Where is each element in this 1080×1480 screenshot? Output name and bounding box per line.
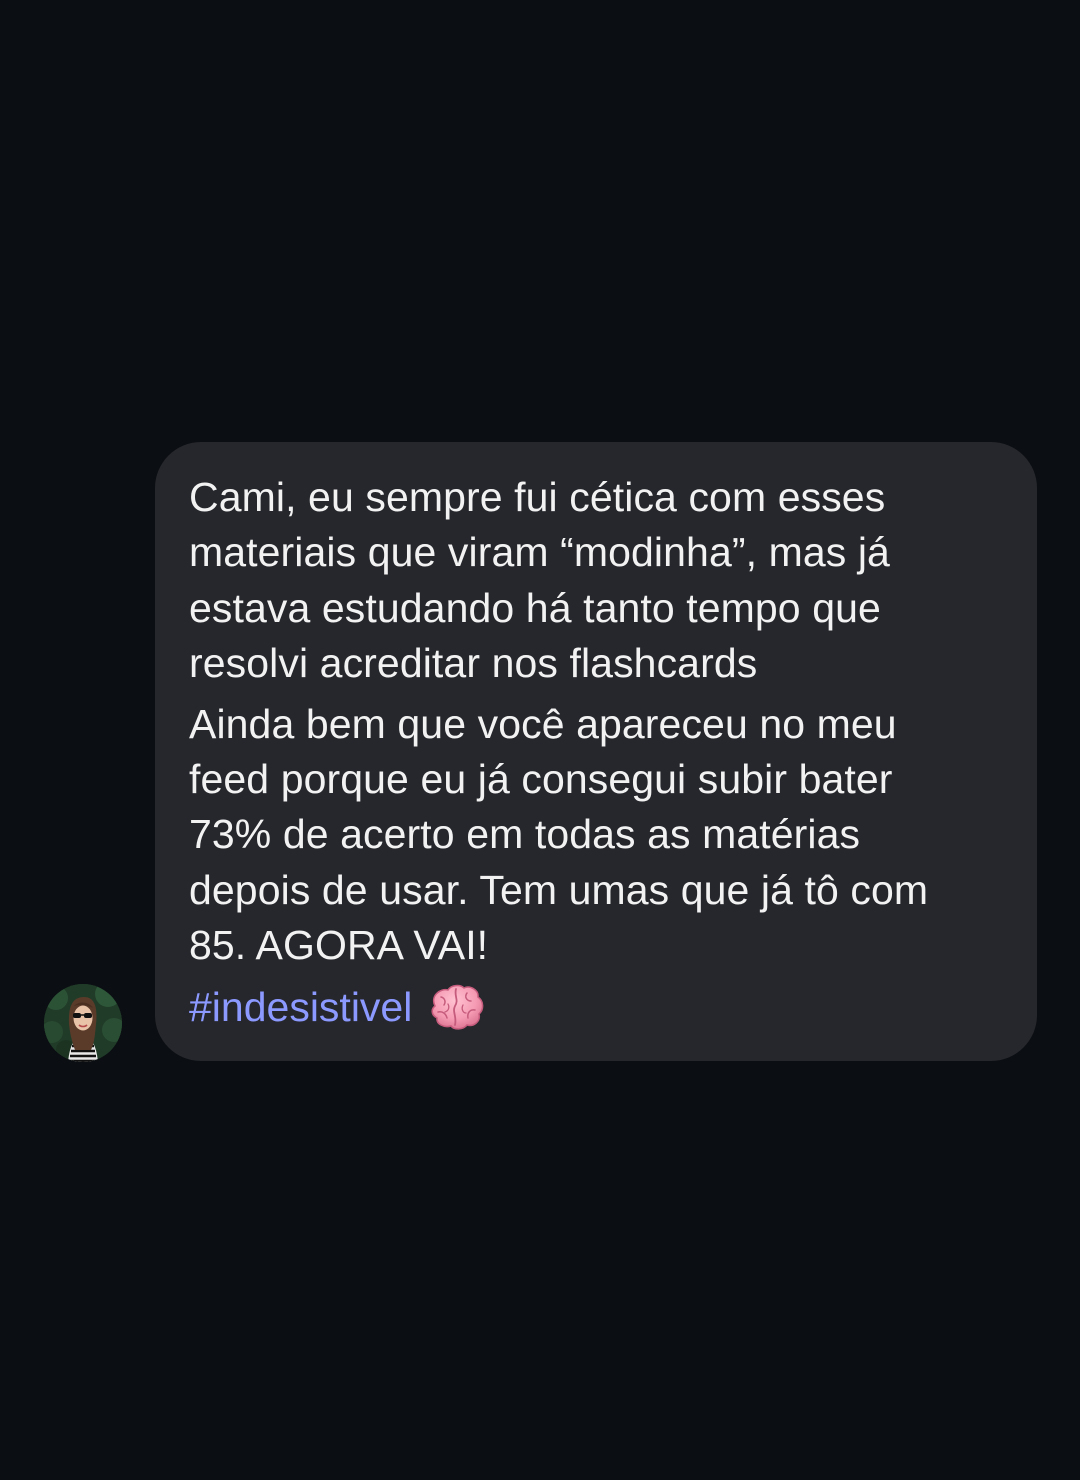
message-bubble[interactable]: Cami, eu sempre fui cética com esses mat… (155, 442, 1037, 1061)
message-line: 73% de acerto em todas as matérias (189, 811, 861, 858)
message-line: depois de usar. Tem umas que já tô com (189, 866, 929, 913)
message-line: 85. AGORA VAI! (189, 922, 489, 969)
message-line: Ainda bem que você apareceu no meu (189, 700, 897, 747)
message-line: resolvi acreditar nos flashcards (189, 640, 758, 687)
message-line: Cami, eu sempre fui cética com esses (189, 474, 886, 520)
message-line: estava estudando há tanto tempo que (189, 584, 881, 631)
hashtag-row: #indesistivel (189, 980, 1003, 1035)
brain-icon (431, 984, 484, 1030)
avatar[interactable] (44, 984, 122, 1062)
message-line: materiais que viram “modinha”, mas já (189, 529, 890, 576)
message-line: feed porque eu já consegui subir bater (189, 756, 893, 803)
avatar-image (44, 984, 122, 1062)
chat-screen: Cami, eu sempre fui cética com esses mat… (0, 0, 1080, 1480)
hashtag-link[interactable]: #indesistivel (189, 980, 412, 1035)
